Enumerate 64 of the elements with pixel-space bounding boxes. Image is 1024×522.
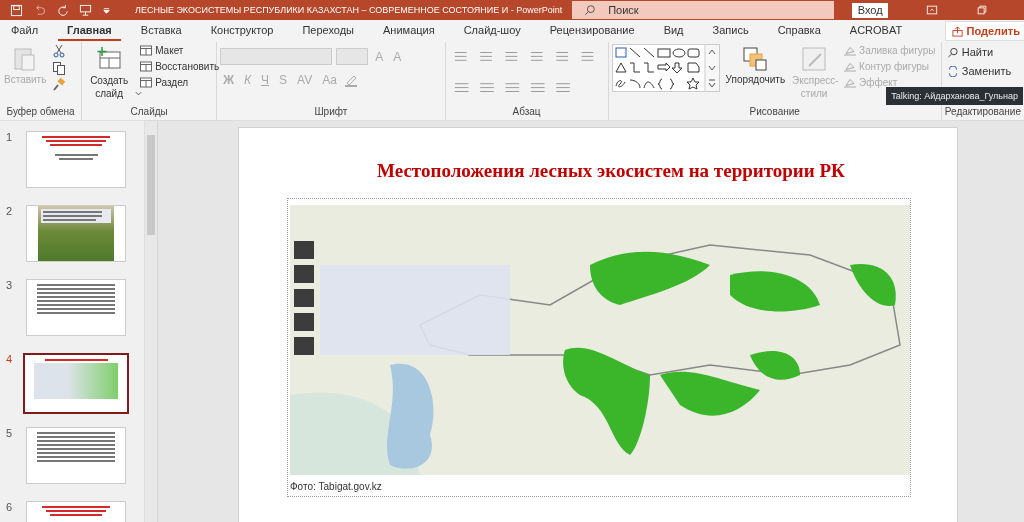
slide-thumbnail[interactable] <box>23 353 129 414</box>
slide-option-button[interactable]: Макет <box>138 44 222 57</box>
restore-icon[interactable] <box>976 4 989 16</box>
slide-option-button[interactable]: Раздел <box>138 76 222 89</box>
caret-icon <box>135 91 143 96</box>
style-brush-icon <box>801 46 828 72</box>
group-label: Слайды <box>129 106 169 119</box>
arrange-icon <box>742 46 769 72</box>
group-label: Рисование <box>748 106 801 119</box>
presentation-icon[interactable] <box>79 3 92 17</box>
paintbrush-icon[interactable] <box>52 78 67 92</box>
ribbon-tab[interactable]: Анимация <box>374 21 444 41</box>
new-slide-button[interactable]: Создать слайд <box>85 44 134 102</box>
slide-number: 3 <box>6 279 14 291</box>
scrollbar[interactable] <box>144 121 157 522</box>
redo-icon[interactable] <box>56 3 69 17</box>
format-icon <box>844 77 857 88</box>
layout-icon <box>140 61 153 72</box>
format-icon <box>844 61 857 72</box>
dropdown-icon[interactable] <box>102 5 111 15</box>
ribbon-tab[interactable]: Слайд-шоу <box>454 21 530 41</box>
layout-icon <box>140 45 153 56</box>
tooltip: Talking: Айдарханова_Гульнар <box>886 87 1023 105</box>
ribbon-tab[interactable]: Главная <box>58 21 121 41</box>
slide-number: 2 <box>6 205 14 217</box>
editing-button[interactable]: Найти <box>944 44 1014 60</box>
group-label: Редактирование <box>944 106 1021 119</box>
sign-in-button[interactable]: Вход <box>852 2 889 18</box>
ribbon-display-icon[interactable] <box>926 4 939 16</box>
share-icon <box>951 25 963 37</box>
slide-option-button[interactable]: Восстановить <box>138 60 222 73</box>
ribbon-tab[interactable]: Справка <box>768 21 830 41</box>
group-label: Шрифт <box>313 106 349 119</box>
ribbon-tab[interactable]: Конструктор <box>201 21 283 41</box>
scissors-icon[interactable] <box>52 44 67 58</box>
ribbon-tab[interactable]: ACROBAT <box>840 21 912 41</box>
editing-button[interactable]: Заменить <box>944 63 1014 79</box>
search-field[interactable]: Поиск <box>572 1 835 19</box>
photo-caption: Фото: Tabigat.gov.kz <box>290 481 383 492</box>
new-slide-icon <box>96 46 123 72</box>
search-icon <box>584 4 597 16</box>
slide-title: Местоположения лесных экосистем на территории РК <box>377 160 845 182</box>
window-title: ЛЕСНЫЕ ЭКОСИСТЕМЫ РЕСПУБЛИКИ КАЗАХСТАН – СОВРЕМЕННОЕ СОСТОЯНИЕ И - PowerPoint <box>135 4 563 16</box>
ribbon-tab[interactable]: Запись <box>703 21 758 41</box>
arrange-button[interactable]: Упорядочить <box>724 44 787 87</box>
ribbon-tab[interactable]: Рецензирование <box>540 21 644 41</box>
slide-number: 5 <box>6 427 14 439</box>
ribbon-tab[interactable]: Вид <box>654 21 693 41</box>
slide-number: 1 <box>6 131 14 143</box>
group-label: Буфер обмена <box>5 106 76 119</box>
search-icon <box>946 46 959 58</box>
share-button[interactable]: Поделить <box>944 21 1024 41</box>
save-icon[interactable] <box>10 3 23 17</box>
ribbon-tab[interactable]: Переходы <box>293 21 363 41</box>
ribbon-tab[interactable]: Файл <box>2 21 48 41</box>
replace-icon <box>946 65 959 77</box>
layout-icon <box>140 77 153 88</box>
copy-icon[interactable] <box>52 61 67 75</box>
slide-number: 6 <box>6 501 14 513</box>
group-label: Абзац <box>511 106 542 119</box>
ribbon-tab[interactable]: Вставка <box>131 21 191 41</box>
slide-number: 4 <box>6 353 14 365</box>
format-icon <box>844 45 857 56</box>
shapes-gallery[interactable] <box>611 44 720 92</box>
